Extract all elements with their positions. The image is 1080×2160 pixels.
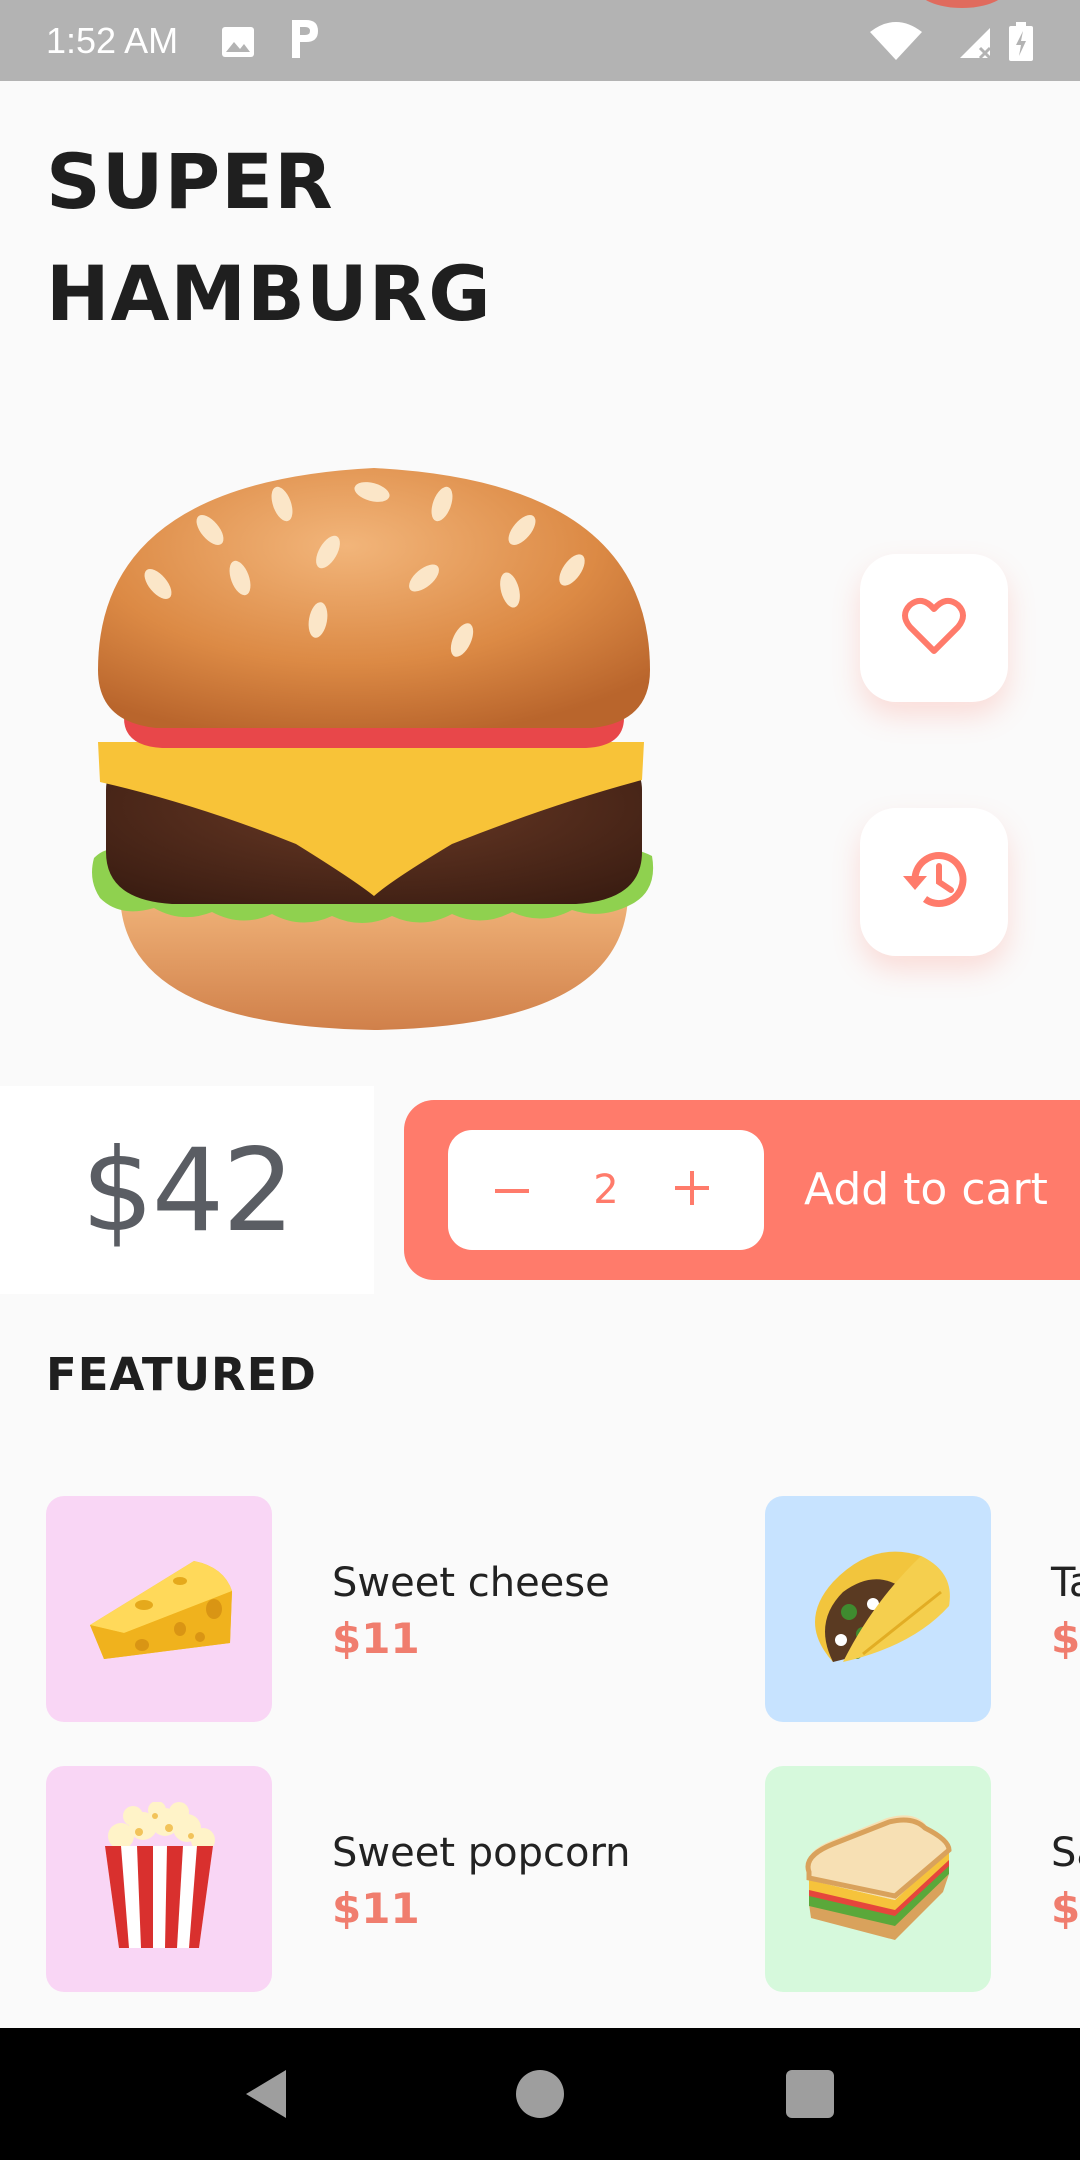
featured-item-price: $11 [332, 1614, 420, 1663]
featured-item-name: Sweet popcorn [332, 1830, 631, 1876]
decrease-quantity-button[interactable] [492, 1130, 532, 1250]
product-title: SUPER HAMBURG [46, 126, 746, 350]
status-indicator [916, 0, 1008, 8]
favorite-button[interactable] [860, 554, 1008, 702]
price-box: $42 [0, 1086, 374, 1294]
featured-item[interactable]: Sa $ [765, 1766, 1080, 1992]
featured-item-name: Ta [1051, 1560, 1080, 1606]
featured-item-price: $ [1051, 1614, 1080, 1663]
product-price: $42 [81, 1123, 295, 1257]
featured-item[interactable]: Ta $ [765, 1496, 1080, 1722]
featured-item[interactable]: Sweet popcorn $11 [46, 1766, 686, 1992]
featured-heading: FEATURED [46, 1348, 317, 1401]
cart-bar: 2 Add to cart [404, 1100, 1080, 1280]
history-icon [901, 850, 967, 915]
plus-icon [675, 1170, 709, 1210]
featured-item-image [46, 1766, 272, 1992]
featured-item-image [765, 1496, 991, 1722]
featured-item-name: Sweet cheese [332, 1560, 610, 1606]
featured-list[interactable]: Sweet cheese $11 Ta $ [0, 1460, 1080, 2020]
minus-icon [495, 1181, 529, 1199]
featured-item-image [46, 1496, 272, 1722]
featured-item-image [765, 1766, 991, 1992]
product-title-line2: HAMBURG [46, 249, 492, 338]
cheese-icon [84, 1547, 234, 1672]
product-title-line1: SUPER [46, 137, 334, 226]
image-icon [218, 22, 258, 62]
status-time: 1:52 AM [46, 20, 179, 61]
signal-icon [956, 22, 996, 62]
add-to-cart-button[interactable]: Add to cart [804, 1100, 1048, 1280]
quantity-value: 2 [593, 1167, 619, 1213]
increase-quantity-button[interactable] [672, 1130, 712, 1250]
back-icon[interactable] [244, 2068, 288, 2120]
featured-item-name: Sa [1051, 1830, 1080, 1876]
history-button[interactable] [860, 808, 1008, 956]
quantity-stepper: 2 [448, 1130, 764, 1250]
status-bar: 1:52 AM [0, 0, 1080, 81]
wifi-icon [868, 22, 924, 62]
taco-icon [803, 1542, 953, 1677]
recents-icon[interactable] [786, 2070, 834, 2118]
battery-charging-icon [1008, 22, 1034, 62]
heart-icon [902, 597, 966, 660]
featured-item-price: $ [1051, 1884, 1080, 1933]
navigation-bar [0, 2028, 1080, 2160]
popcorn-icon [99, 1800, 219, 1957]
home-icon[interactable] [516, 2070, 564, 2118]
hamburger-image [92, 460, 656, 1032]
sandwich-icon [803, 1812, 953, 1947]
featured-item[interactable]: Sweet cheese $11 [46, 1496, 686, 1722]
featured-item-price: $11 [332, 1884, 420, 1933]
parking-icon [284, 14, 324, 62]
